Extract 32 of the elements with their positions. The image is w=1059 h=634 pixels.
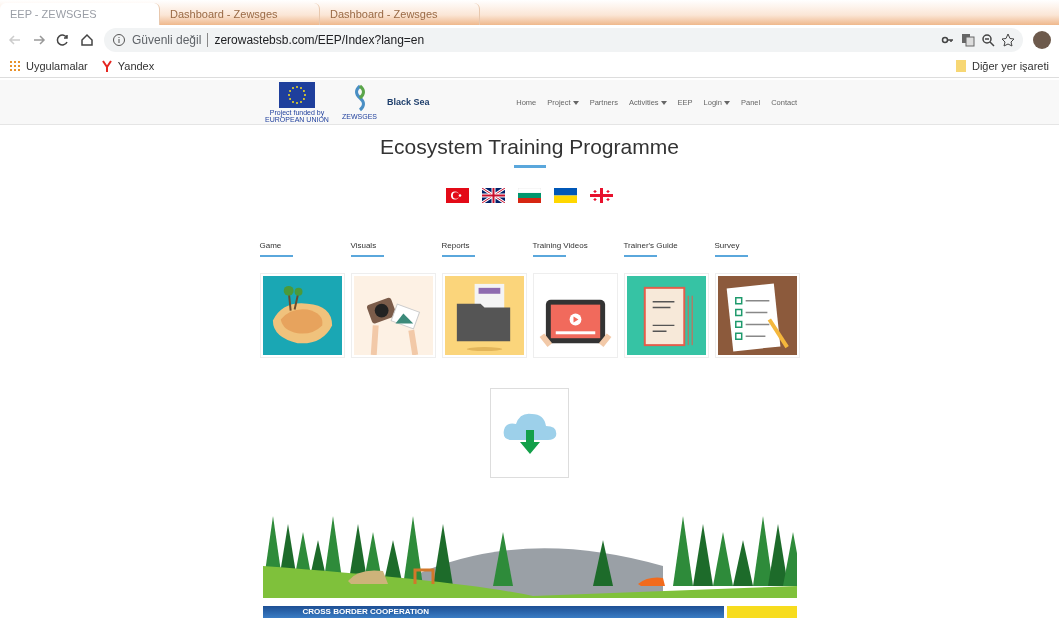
home-icon[interactable] — [80, 33, 94, 47]
bookmark-item[interactable]: Uygulamalar — [10, 60, 88, 72]
avatar-icon[interactable] — [1033, 31, 1051, 49]
eu-flag-logo[interactable] — [279, 81, 315, 108]
bookmark-item[interactable]: Diğer yer işareti — [955, 60, 1049, 72]
download-card[interactable] — [490, 388, 569, 478]
section-link[interactable]: Training Videos — [532, 241, 618, 250]
section-link[interactable]: Visuals — [350, 241, 436, 250]
browser-tab[interactable]: Dashboard - Zewsges — [320, 3, 480, 25]
translate-icon[interactable] — [961, 33, 975, 47]
info-icon — [112, 33, 126, 47]
section-link[interactable]: Game — [259, 241, 345, 250]
section-link[interactable]: Trainer's Guide — [623, 241, 709, 250]
flag-icon[interactable] — [482, 188, 505, 203]
browser-tab[interactable]: Dashboard - Zewsges — [160, 3, 320, 25]
page-title: Ecosystem Training Programme — [380, 135, 679, 159]
address-bar[interactable]: Güvenli değil zerowastebsb.com/EEP/Index?lang=en — [104, 28, 1023, 52]
reload-icon[interactable] — [56, 33, 70, 47]
apps-grid-icon — [10, 61, 20, 71]
security-label: Güvenli değil — [132, 33, 202, 47]
zoom-icon[interactable] — [981, 33, 995, 47]
section-link[interactable]: Reports — [441, 241, 527, 250]
folder-icon — [955, 60, 966, 72]
forward-icon[interactable] — [32, 33, 46, 47]
logo-wordmark[interactable]: Black Sea — [387, 97, 430, 107]
url-text: zerowastebsb.com/EEP/Index?lang=en — [214, 33, 425, 47]
y-letter-icon — [101, 60, 112, 72]
banner-block — [726, 606, 797, 618]
cooperation-banner: CROSS BORDER COOPERATION — [262, 606, 724, 618]
bookmark-item[interactable]: Yandex — [101, 60, 155, 72]
section-link[interactable]: Survey — [714, 241, 800, 250]
star-icon[interactable] — [1001, 33, 1015, 47]
